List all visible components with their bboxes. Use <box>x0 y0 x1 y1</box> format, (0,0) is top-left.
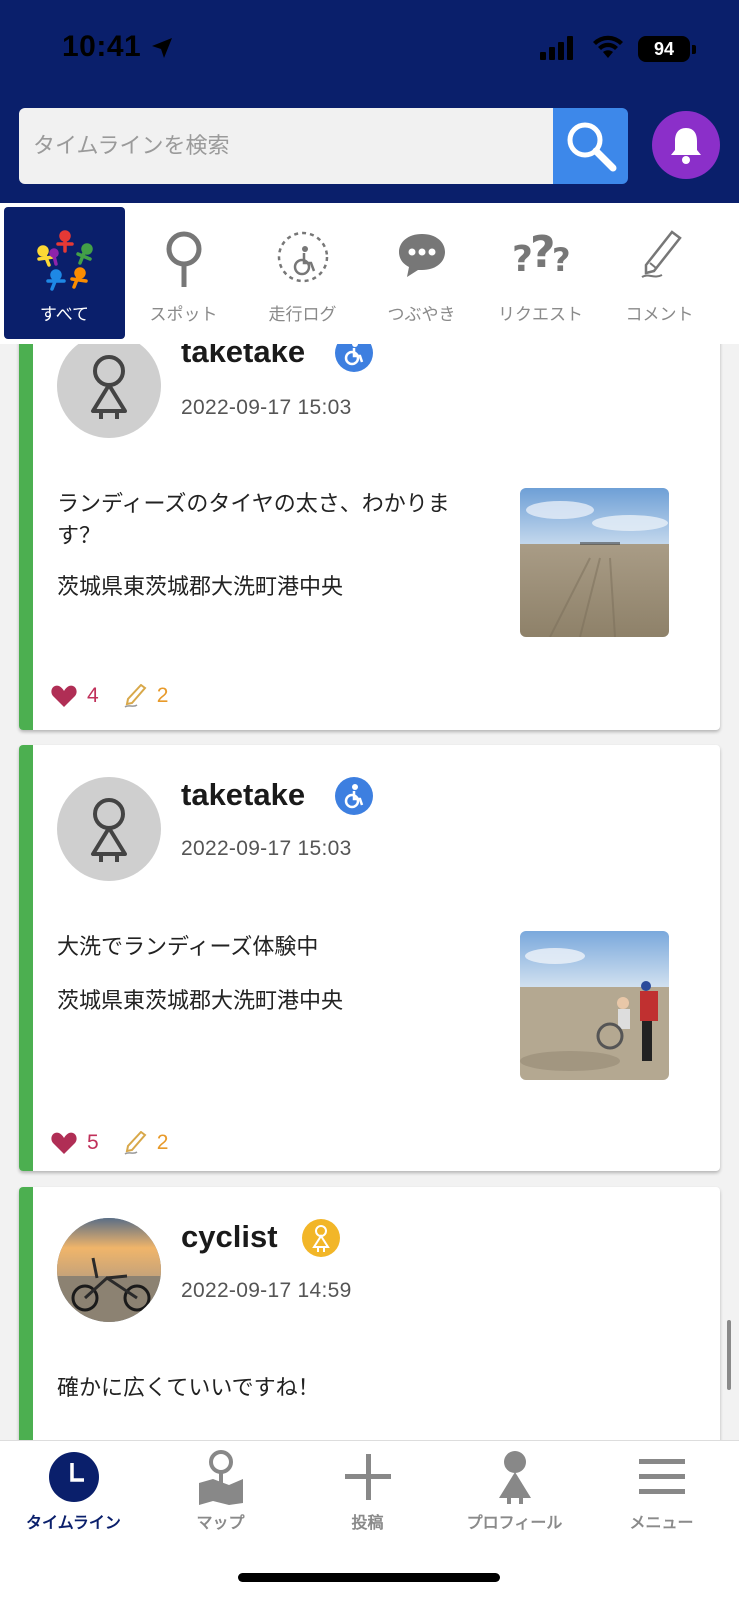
tab-request[interactable]: ? ? ? リクエスト <box>480 207 601 339</box>
bell-icon <box>671 128 701 164</box>
avatar[interactable] <box>57 777 161 881</box>
nav-menu[interactable]: メニュー <box>588 1441 735 1541</box>
person-outline-icon <box>91 798 127 862</box>
nav-label: プロフィール <box>466 1513 563 1532</box>
scrollbar[interactable] <box>727 1320 731 1390</box>
person-icon <box>498 1451 531 1504</box>
wheelchair-badge-icon <box>335 777 373 815</box>
reaction-bar: 4 2 <box>51 684 168 708</box>
battery-tip <box>692 45 696 54</box>
app-header: 10:41 94 <box>0 0 739 203</box>
card-accent-bar <box>19 1187 33 1444</box>
location-arrow-icon <box>152 38 172 58</box>
people-circle-icon <box>36 230 93 291</box>
nav-post[interactable]: 投稿 <box>294 1441 441 1541</box>
post-location[interactable]: 茨城県東茨城郡大洗町港中央 <box>57 983 343 1015</box>
search-input[interactable] <box>19 108 553 184</box>
tab-comment[interactable]: コメント <box>599 207 720 339</box>
battery-level: 94 <box>638 36 690 62</box>
tab-label: スポット <box>149 305 218 325</box>
post-card[interactable]: cyclist 2022-09-17 14:59 確かに広くていいですね！ <box>19 1187 720 1444</box>
speech-bubble-icon <box>398 234 445 277</box>
username[interactable]: cyclist <box>181 1219 278 1255</box>
post-photo[interactable] <box>520 931 669 1080</box>
comment-count: 2 <box>156 684 169 707</box>
map-pin-icon <box>198 1450 243 1505</box>
nav-label: マップ <box>196 1513 245 1532</box>
person-outline-icon <box>91 355 127 419</box>
timeline-feed[interactable]: taketake 2022-09-17 15:03 ランディーズのタイヤの太さ、… <box>0 344 739 1444</box>
avatar[interactable] <box>57 344 161 438</box>
home-indicator[interactable] <box>238 1573 500 1582</box>
tab-spot[interactable]: スポット <box>123 207 244 339</box>
post-date: 2022-09-17 15:03 <box>181 837 352 860</box>
nav-map[interactable]: マップ <box>147 1441 294 1541</box>
post-text: 大洗でランディーズ体験中 <box>57 935 319 960</box>
post-card[interactable]: taketake 2022-09-17 15:03 大洗でランディーズ体験中 茨… <box>19 745 720 1171</box>
nav-label: タイムライン <box>26 1513 121 1532</box>
category-tabs: すべて スポット 走行ログ つぶやき ? ? ? リクエスト コメント <box>0 203 739 344</box>
question-marks-icon: ? ? ? <box>512 229 570 280</box>
plus-icon <box>344 1454 391 1500</box>
cellular-signal-icon <box>540 36 573 60</box>
post-photo[interactable] <box>520 488 669 637</box>
post-text: 確かに広くていいですね！ <box>57 1376 320 1401</box>
username[interactable]: taketake <box>181 777 305 813</box>
comment-count: 2 <box>156 1131 169 1154</box>
heart-icon[interactable] <box>51 684 77 708</box>
tab-all[interactable]: すべて <box>4 207 125 339</box>
pencil-icon <box>640 230 682 278</box>
tab-label: リクエスト <box>498 305 583 325</box>
card-accent-bar <box>19 745 33 1171</box>
status-bar: 10:41 94 <box>0 0 739 100</box>
post-date: 2022-09-17 15:03 <box>181 396 352 419</box>
like-count: 4 <box>87 684 99 707</box>
clock-icon <box>48 1452 99 1502</box>
search-icon <box>567 122 616 172</box>
tab-drive-log[interactable]: 走行ログ <box>242 207 363 339</box>
hamburger-icon <box>638 1459 685 1494</box>
status-time: 10:41 <box>62 30 142 63</box>
heart-icon[interactable] <box>51 1131 77 1155</box>
tab-label: つぶやき <box>387 305 456 325</box>
nav-label: 投稿 <box>351 1513 384 1532</box>
wifi-icon <box>593 35 623 58</box>
username[interactable]: taketake <box>181 344 305 370</box>
wheelchair-badge-icon <box>335 344 373 372</box>
search-button[interactable] <box>553 108 628 184</box>
post-card[interactable]: taketake 2022-09-17 15:03 ランディーズのタイヤの太さ、… <box>19 344 720 730</box>
person-badge-icon <box>302 1219 340 1257</box>
search-field[interactable] <box>19 108 553 184</box>
card-accent-bar <box>19 344 33 730</box>
comment-pencil-icon[interactable] <box>123 684 147 708</box>
wheelchair-route-icon <box>277 231 328 283</box>
nav-profile[interactable]: プロフィール <box>441 1441 588 1541</box>
tab-label: すべて <box>39 305 90 325</box>
avatar[interactable] <box>57 1218 161 1322</box>
comment-pencil-icon[interactable] <box>123 1131 147 1155</box>
post-text: ランディーズのタイヤの太さ、わかります？ <box>57 492 450 549</box>
tab-label: 走行ログ <box>268 305 337 325</box>
svg-text:?: ? <box>552 241 570 279</box>
tab-label: コメント <box>625 305 694 325</box>
reaction-bar: 5 2 <box>51 1131 168 1155</box>
like-count: 5 <box>87 1131 99 1154</box>
nav-timeline[interactable]: タイムライン <box>0 1441 147 1541</box>
notification-button[interactable] <box>652 111 720 179</box>
tab-tweet[interactable]: つぶやき <box>361 207 482 339</box>
nav-label: メニュー <box>629 1513 694 1532</box>
pin-icon <box>166 231 201 287</box>
post-location[interactable]: 茨城県東茨城郡大洗町港中央 <box>57 569 343 601</box>
post-date: 2022-09-17 14:59 <box>181 1279 352 1302</box>
